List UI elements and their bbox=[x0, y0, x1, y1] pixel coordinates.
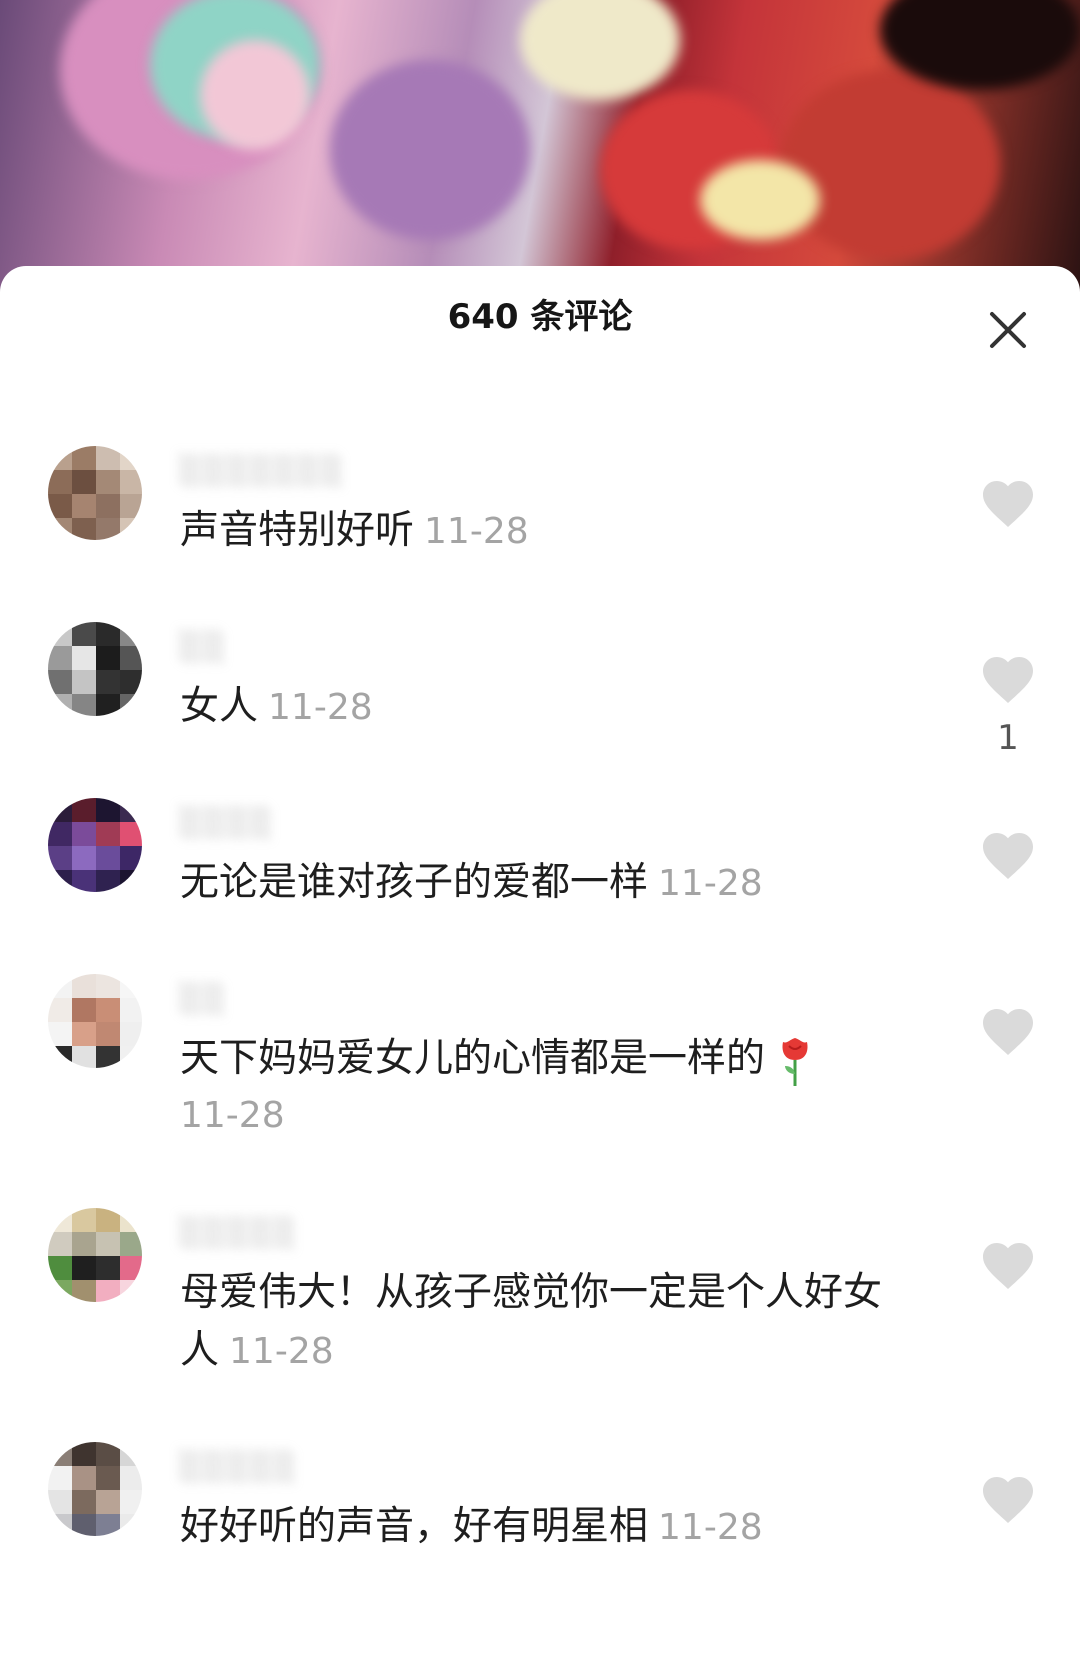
comment-text: 好好听的声音，好有明星相 11-28 bbox=[180, 1498, 920, 1557]
comment-time: 11-28 bbox=[424, 511, 529, 552]
username[interactable]: ░░ bbox=[180, 982, 227, 1016]
comment-body: 女人 bbox=[180, 684, 259, 729]
heart-icon[interactable] bbox=[978, 650, 1038, 710]
heart-icon[interactable] bbox=[978, 1002, 1038, 1062]
username[interactable]: ░░░░░ bbox=[180, 1216, 298, 1250]
avatar[interactable] bbox=[48, 446, 142, 540]
comment-sheet: 640 条评论 ░░░░░░░ 声音特别好听 11-28 ░░ 女人 11-28… bbox=[0, 266, 1080, 1662]
heart-icon[interactable] bbox=[978, 1236, 1038, 1296]
comment-text: 无论是谁对孩子的爱都一样 11-28 bbox=[180, 854, 920, 913]
avatar[interactable] bbox=[48, 974, 142, 1068]
avatar[interactable] bbox=[48, 798, 142, 892]
username[interactable]: ░░░░░ bbox=[180, 1450, 298, 1484]
comment-time: 11-28 bbox=[180, 1095, 285, 1136]
rose-icon bbox=[782, 1037, 808, 1086]
heart-icon[interactable] bbox=[978, 826, 1038, 886]
heart-icon[interactable] bbox=[978, 474, 1038, 534]
heart-icon[interactable] bbox=[978, 1470, 1038, 1530]
comment-body: 声音特别好听 bbox=[180, 508, 415, 553]
comment-text: 声音特别好听 11-28 bbox=[180, 502, 920, 561]
comment-text: 女人 11-28 bbox=[180, 678, 920, 737]
comment-time: 11-28 bbox=[268, 687, 373, 728]
username[interactable]: ░░░░░░░ bbox=[180, 454, 345, 488]
comment-text: 母爱伟大！从孩子感觉你一定是个人好女人 11-28 bbox=[180, 1264, 900, 1381]
video-background[interactable] bbox=[0, 0, 1080, 300]
avatar[interactable] bbox=[48, 1208, 142, 1302]
close-button[interactable] bbox=[980, 302, 1036, 358]
close-icon bbox=[990, 312, 1026, 348]
avatar[interactable] bbox=[48, 1442, 142, 1536]
comment-time: 11-28 bbox=[229, 1331, 334, 1372]
username[interactable]: ░░░░ bbox=[180, 806, 274, 840]
comment-time: 11-28 bbox=[658, 863, 763, 904]
avatar[interactable] bbox=[48, 622, 142, 716]
comment-text: 天下妈妈爱女儿的心情都是一样的 11-28 bbox=[180, 1030, 920, 1144]
comment-count-title: 640 条评论 bbox=[447, 297, 633, 337]
comment-body: 天下妈妈爱女儿的心情都是一样的 bbox=[180, 1036, 766, 1081]
comment-body: 无论是谁对孩子的爱都一样 bbox=[180, 860, 649, 905]
comment-time: 11-28 bbox=[658, 1507, 763, 1548]
comment-body: 好好听的声音，好有明星相 bbox=[180, 1504, 649, 1549]
username[interactable]: ░░ bbox=[180, 630, 227, 664]
like-count: 1 bbox=[997, 718, 1019, 758]
